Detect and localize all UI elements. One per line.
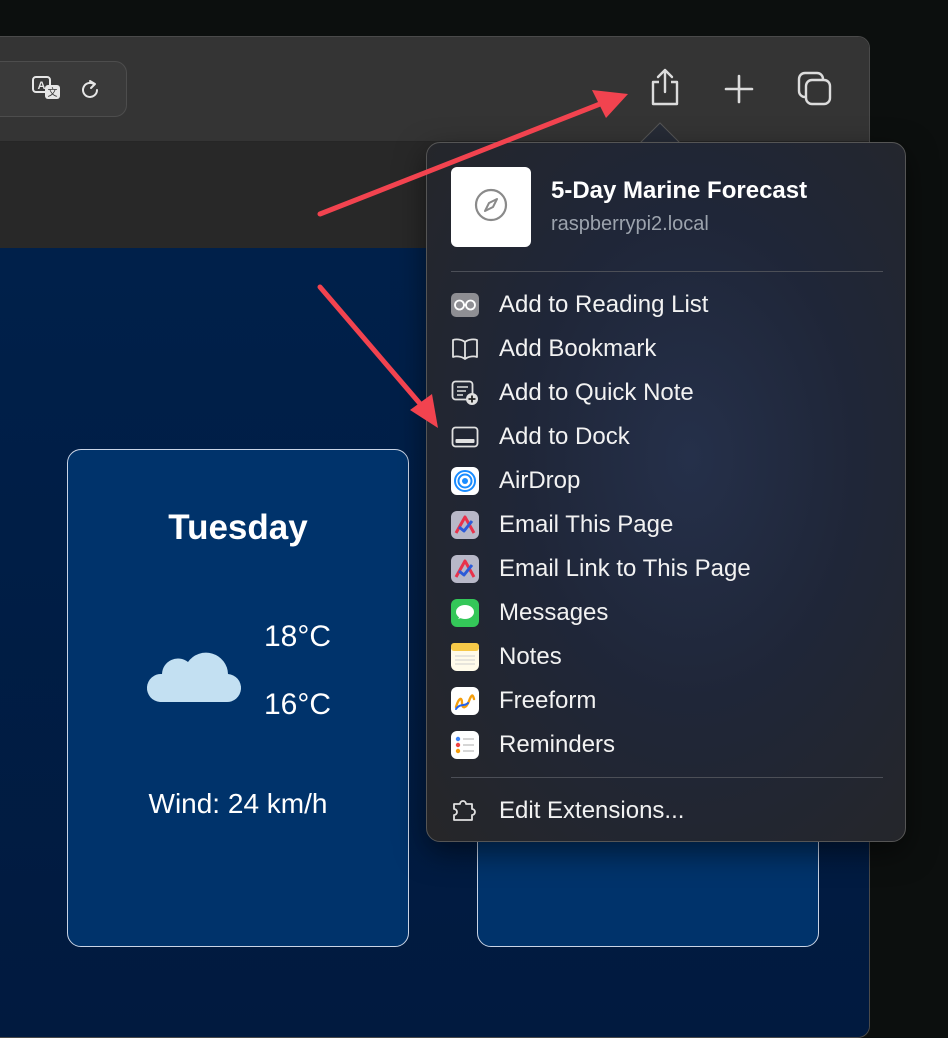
toolbar: A 文 [0,37,869,142]
svg-text:A: A [38,80,46,92]
plus-icon[interactable] [719,71,759,107]
share-title: 5-Day Marine Forecast [551,177,808,204]
tabs-overview-icon[interactable] [795,69,835,109]
reminders-icon [451,731,479,759]
notes-icon [451,643,479,671]
address-bar[interactable]: A 文 [0,61,127,117]
low-temperature: 16°C [264,688,332,721]
messages-icon [451,599,479,627]
share-icon[interactable] [645,65,685,109]
cloud-icon [146,644,242,709]
menu-add-bookmark[interactable]: Add Bookmark [451,329,883,369]
compass-icon [473,187,509,228]
reload-icon[interactable] [76,76,104,104]
book-icon [451,335,479,363]
svg-text:文: 文 [48,86,58,99]
divider [451,777,883,778]
extensions-icon [451,797,479,825]
menu-reminders[interactable]: Reminders [451,725,883,765]
quick-note-icon [451,379,479,407]
mail-app-icon [451,511,479,539]
share-menu: 5-Day Marine Forecast raspberrypi2.local… [426,142,906,842]
page-thumbnail [451,167,531,247]
forecast-card-tuesday: Tuesday 18°C 16°C Wind: 24 km/h [67,449,409,947]
translate-icon[interactable]: A 文 [32,74,62,104]
airdrop-icon [451,467,479,495]
glasses-icon [451,291,479,319]
menu-airdrop[interactable]: AirDrop [451,461,883,501]
day-label: Tuesday [168,508,308,547]
menu-freeform[interactable]: Freeform [451,681,883,721]
menu-add-to-dock[interactable]: Add to Dock [451,417,883,457]
menu-edit-extensions[interactable]: Edit Extensions... [451,791,883,831]
dock-icon [451,423,479,451]
mail-app-icon [451,555,479,583]
menu-email-link[interactable]: Email Link to This Page [451,549,883,589]
menu-add-to-reading-list[interactable]: Add to Reading List [451,285,883,325]
divider [451,271,883,272]
wind-speed: Wind: 24 km/h [148,788,328,819]
freeform-icon [451,687,479,715]
menu-messages[interactable]: Messages [451,593,883,633]
share-subtitle: raspberrypi2.local [551,213,709,235]
menu-add-to-quick-note[interactable]: Add to Quick Note [451,373,883,413]
menu-email-this-page[interactable]: Email This Page [451,505,883,545]
high-temperature: 18°C [264,620,332,653]
menu-notes[interactable]: Notes [451,637,883,677]
